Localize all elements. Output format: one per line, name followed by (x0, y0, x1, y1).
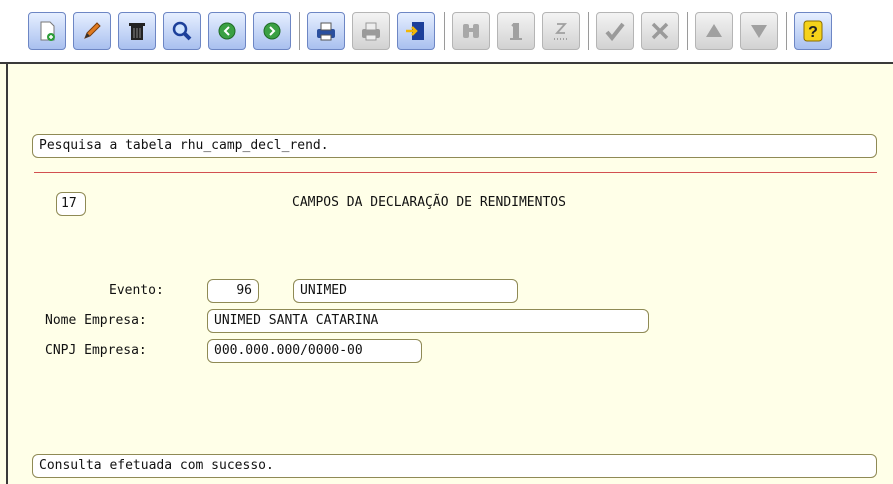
cnpj-empresa-label: CNPJ Empresa: (45, 343, 147, 358)
cancel-button[interactable] (641, 12, 679, 50)
print-button[interactable] (307, 12, 345, 50)
scroll-down-button[interactable] (740, 12, 778, 50)
print-icon (317, 22, 335, 41)
scroll-up-button[interactable] (695, 12, 733, 50)
evento-label: Evento: (109, 283, 164, 298)
nome-empresa-label: Nome Empresa: (45, 313, 147, 328)
trash-icon (129, 23, 145, 40)
toolbar-separator (786, 12, 787, 50)
exit-door-icon (406, 22, 424, 40)
help-button[interactable]: ? (794, 12, 832, 50)
screen-title: CAMPOS DA DECLARAÇÃO DE RENDIMENTOS (292, 195, 566, 210)
scroll-up-icon (706, 24, 722, 37)
status-message: Consulta efetuada com sucesso. (32, 454, 877, 478)
toolbar-separator (444, 12, 445, 50)
toolbar-separator (299, 12, 300, 50)
divider (34, 172, 877, 173)
previous-icon (218, 22, 236, 40)
search-info-field: Pesquisa a tabela rhu_camp_decl_rend. (32, 134, 877, 158)
binoculars-icon (463, 24, 479, 38)
print-disabled-icon (362, 22, 380, 41)
first-record-icon (510, 23, 522, 40)
next-icon (263, 22, 281, 40)
screen-code-badge: 17 (56, 192, 86, 216)
svg-text:?: ? (808, 24, 818, 41)
evento-code-field[interactable]: 96 (207, 279, 259, 303)
form-frame (6, 64, 893, 484)
toolbar: ? (0, 0, 893, 64)
cancel-icon (651, 22, 669, 40)
binoculars-button[interactable] (452, 12, 490, 50)
toolbar-separator (687, 12, 688, 50)
evento-description-field: UNIMED (293, 279, 518, 303)
last-record-button[interactable] (542, 12, 580, 50)
cnpj-empresa-field[interactable]: 000.000.000/0000-00 (207, 339, 422, 363)
scroll-down-icon (751, 25, 767, 38)
confirm-button[interactable] (596, 12, 634, 50)
next-button[interactable] (253, 12, 291, 50)
search-icon (172, 21, 192, 41)
delete-button[interactable] (118, 12, 156, 50)
confirm-icon (605, 22, 625, 42)
toolbar-separator (588, 12, 589, 50)
edit-button[interactable] (73, 12, 111, 50)
nome-empresa-field[interactable]: UNIMED SANTA CATARINA (207, 309, 649, 333)
print-preview-button[interactable] (352, 12, 390, 50)
previous-button[interactable] (208, 12, 246, 50)
new-document-icon (40, 21, 55, 41)
new-document-button[interactable] (28, 12, 66, 50)
search-button[interactable] (163, 12, 201, 50)
first-record-button[interactable] (497, 12, 535, 50)
exit-button[interactable] (397, 12, 435, 50)
last-record-icon (554, 23, 568, 40)
pencil-icon (84, 22, 101, 39)
help-icon: ? (803, 20, 823, 42)
